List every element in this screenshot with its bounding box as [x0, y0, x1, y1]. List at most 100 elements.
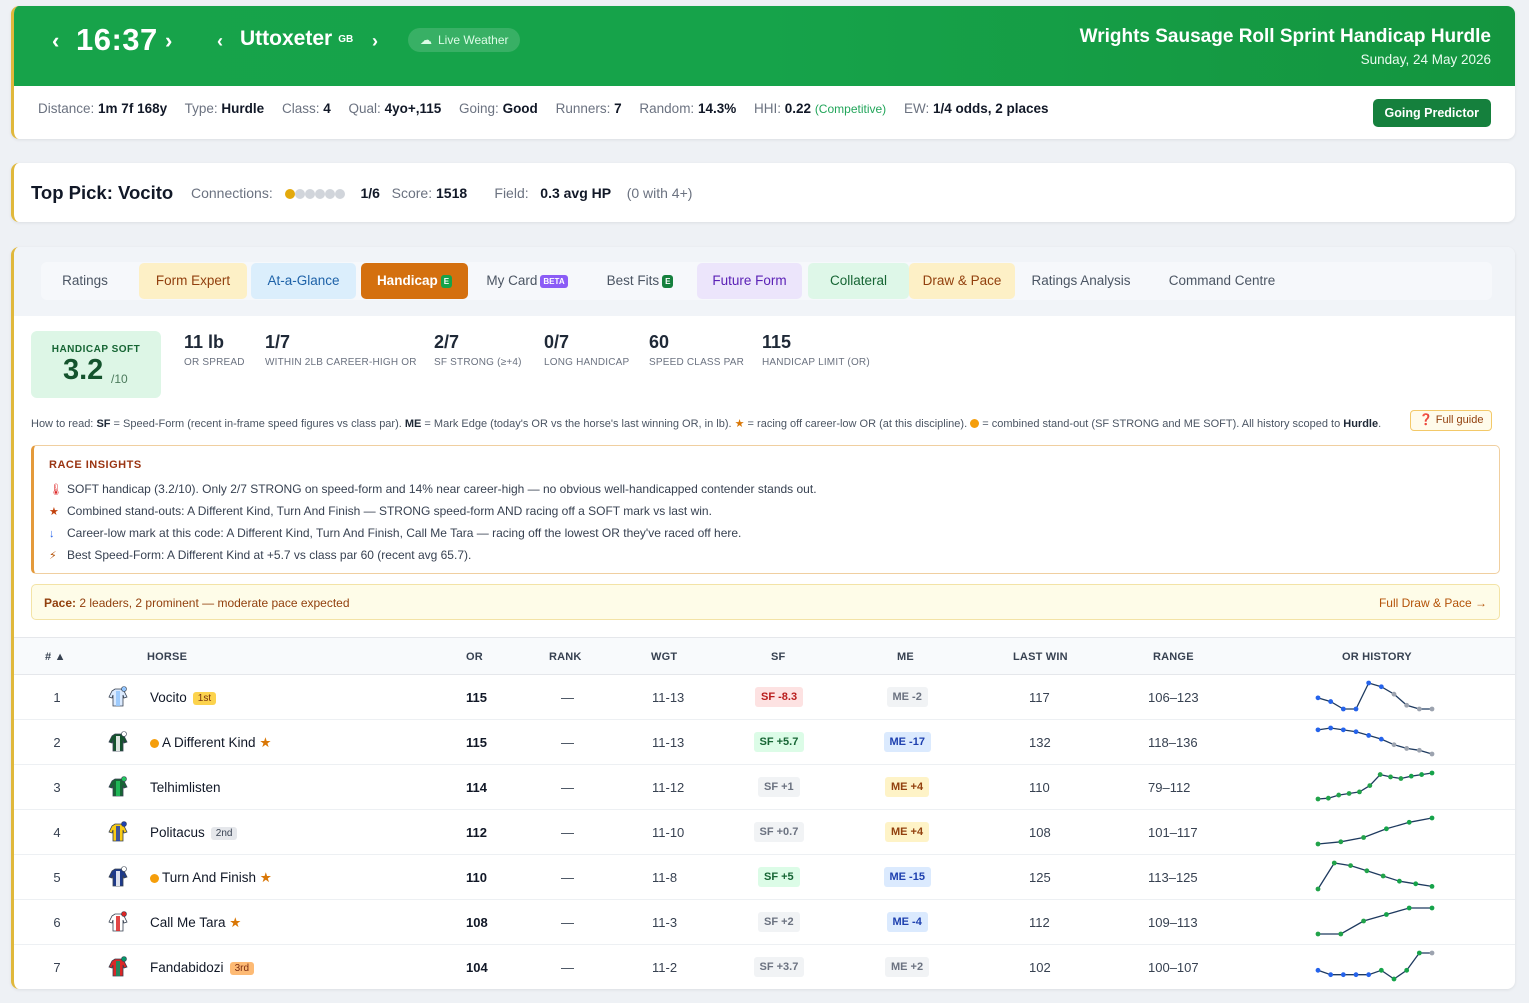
- horse-name-cell[interactable]: Turn And Finish ★: [150, 870, 272, 886]
- last-win-value: 112: [1029, 915, 1050, 930]
- full-guide-button[interactable]: ❓ Full guide: [1410, 410, 1493, 431]
- horse-name-cell[interactable]: Politacus 2nd: [150, 825, 238, 840]
- sparkline-point: [1315, 796, 1321, 802]
- horse-name[interactable]: Politacus: [150, 825, 205, 840]
- table-row[interactable]: 7 Fandabidozi 3rd 104 — 11-2 SF +3.7 ME +2 102 10…: [14, 945, 1515, 989]
- last-win-value: 117: [1029, 690, 1050, 705]
- connection-dot: [334, 189, 345, 200]
- tab-at-a-glance[interactable]: At-a-Glance: [251, 263, 356, 299]
- info-icon: ❓: [1419, 414, 1433, 426]
- fact-distance: Distance: 1m 7f 168y: [38, 101, 168, 116]
- col-or[interactable]: OR: [466, 651, 483, 663]
- handicap-panel: Ratings Form Expert At-a-Glance Handicap E My…: [11, 247, 1515, 989]
- sparkline-point: [1406, 819, 1412, 825]
- career-low-star-icon: ★: [734, 418, 745, 430]
- col-me[interactable]: ME: [897, 651, 914, 663]
- horse-name-cell[interactable]: Vocito 1st: [150, 690, 217, 705]
- horse-name[interactable]: Vocito: [150, 690, 187, 705]
- pace-banner: Pace: 2 leaders, 2 prominent — moderate …: [31, 584, 1500, 620]
- tab-handicap[interactable]: Handicap E: [361, 263, 468, 299]
- col-range[interactable]: RANGE: [1153, 651, 1194, 663]
- race-time: 16:37: [76, 22, 158, 57]
- horse-name[interactable]: Turn And Finish: [162, 870, 256, 885]
- col-sf[interactable]: SF: [771, 651, 785, 663]
- prev-race-chevron-icon[interactable]: ‹: [52, 30, 59, 52]
- going-predictor-button[interactable]: Going Predictor: [1372, 99, 1491, 127]
- col-number[interactable]: # ▲: [45, 651, 66, 663]
- prev-course-chevron-icon[interactable]: ‹: [217, 32, 223, 50]
- sparkline-point: [1378, 967, 1384, 973]
- table-row[interactable]: 4 Politacus 2nd 112 — 11-10 SF +0.7 ME +4 108 101…: [14, 810, 1515, 855]
- standout-dot-icon: [150, 739, 159, 748]
- finish-position-badge: 2nd: [210, 827, 238, 840]
- col-last-win[interactable]: LAST WIN: [1013, 651, 1068, 663]
- table-header: # ▲ HORSE OR RANK WGT SF ME LAST WIN RAN…: [14, 637, 1515, 675]
- horse-name[interactable]: A Different Kind: [162, 735, 256, 750]
- standout-dot-icon: [150, 874, 159, 883]
- sf-badge: SF +5.7: [753, 732, 805, 752]
- me-badge: ME +4: [885, 777, 930, 797]
- sparkline-point: [1429, 815, 1435, 821]
- tab-collateral[interactable]: Collateral: [808, 263, 909, 299]
- tab-draw-pace[interactable]: Draw & Pace: [909, 263, 1015, 299]
- last-win-value: 132: [1029, 735, 1051, 750]
- tab-form-expert[interactable]: Form Expert: [139, 263, 247, 299]
- connection-dot: [324, 189, 335, 200]
- thermometer-icon: 🌡: [49, 484, 63, 496]
- top-pick-title: Top Pick: Vocito: [31, 182, 174, 203]
- fact-class: Class: 4: [281, 101, 331, 116]
- tab-future-form[interactable]: Future Form: [697, 263, 802, 299]
- table-row[interactable]: 3 Telhimlisten 114 — 11-12 SF +1 ME +4 110 79–11…: [14, 765, 1515, 810]
- career-low-star-icon: ★: [256, 870, 272, 885]
- sparkline-point: [1378, 736, 1384, 742]
- sparkline-point: [1315, 695, 1321, 701]
- insight-line: ★ Combined stand-outs: A Different Kind, …: [49, 504, 712, 518]
- live-weather-button[interactable]: ☁ Live Weather: [408, 28, 521, 52]
- sparkline-point: [1377, 772, 1383, 777]
- table-row[interactable]: 6 Call Me Tara ★ 108 — 11-3 SF +2 ME -4 112 109–…: [14, 900, 1515, 945]
- sparkline-point: [1391, 976, 1397, 982]
- stat-long-handicap: 0/7 LONG HANDICAP: [544, 332, 630, 368]
- silk-icon: [106, 820, 130, 844]
- sparkline-point: [1391, 691, 1397, 697]
- horse-name[interactable]: Telhimlisten: [150, 780, 221, 795]
- col-rank[interactable]: RANK: [549, 651, 582, 663]
- tab-ratings[interactable]: Ratings: [41, 263, 129, 299]
- race-name: Wrights Sausage Roll Sprint Handicap Hur…: [1079, 26, 1491, 47]
- sparkline-point: [1416, 747, 1422, 753]
- horse-name[interactable]: Fandabidozi: [150, 960, 224, 975]
- horse-name[interactable]: Call Me Tara: [150, 915, 226, 930]
- country-code: GB: [338, 33, 354, 45]
- fact-qual: Qual: 4yo+,115: [348, 101, 442, 116]
- horse-name-cell[interactable]: Fandabidozi 3rd: [150, 960, 255, 975]
- tab-best-fits[interactable]: Best Fits E: [588, 263, 692, 299]
- tab-my-card[interactable]: My Card BETA: [472, 263, 582, 299]
- col-horse[interactable]: HORSE: [147, 651, 187, 663]
- tab-command-centre[interactable]: Command Centre: [1151, 263, 1293, 299]
- table-row[interactable]: 5 Turn And Finish ★ 110 — 11-8 SF +5 ME -15 125…: [14, 855, 1515, 900]
- me-badge: ME -4: [886, 912, 928, 932]
- col-wgt[interactable]: WGT: [651, 651, 677, 663]
- horse-name-cell[interactable]: Call Me Tara ★: [150, 915, 241, 931]
- runner-number: 7: [53, 960, 61, 975]
- next-course-chevron-icon[interactable]: ›: [372, 32, 378, 50]
- horse-name-cell[interactable]: A Different Kind ★: [150, 735, 271, 751]
- next-race-chevron-icon[interactable]: ›: [165, 30, 172, 52]
- table-row[interactable]: 1 Vocito 1st 115 — 11-13 SF -8.3 ME -2 117 106–12…: [14, 675, 1515, 720]
- score-label: Score:: [391, 185, 433, 201]
- race-insights: RACE INSIGHTS 🌡 SOFT handicap (3.2/10). O…: [31, 445, 1500, 574]
- full-draw-pace-link[interactable]: Full Draw & Pace →: [1379, 596, 1487, 610]
- fact-runners: Runners: 7: [555, 101, 622, 116]
- sparkline-point: [1416, 706, 1422, 712]
- range-value: 100–107: [1148, 960, 1199, 975]
- sparkline-point: [1315, 931, 1321, 937]
- tab-badge: BETA: [540, 274, 568, 288]
- tab-ratings-analysis[interactable]: Ratings Analysis: [1019, 263, 1143, 299]
- rank-value: —: [561, 915, 574, 930]
- table-row[interactable]: 2 A Different Kind ★ 115 — 11-13 SF +5.7 ME -1…: [14, 720, 1515, 765]
- horse-name-cell[interactable]: Telhimlisten: [150, 780, 221, 795]
- sparkline-point: [1366, 680, 1372, 686]
- lightning-icon: ⚡: [49, 550, 57, 562]
- course-label: Uttoxeter: [240, 27, 333, 50]
- handicap-soft-score: HANDICAP SOFT 3.2 /10: [31, 331, 161, 398]
